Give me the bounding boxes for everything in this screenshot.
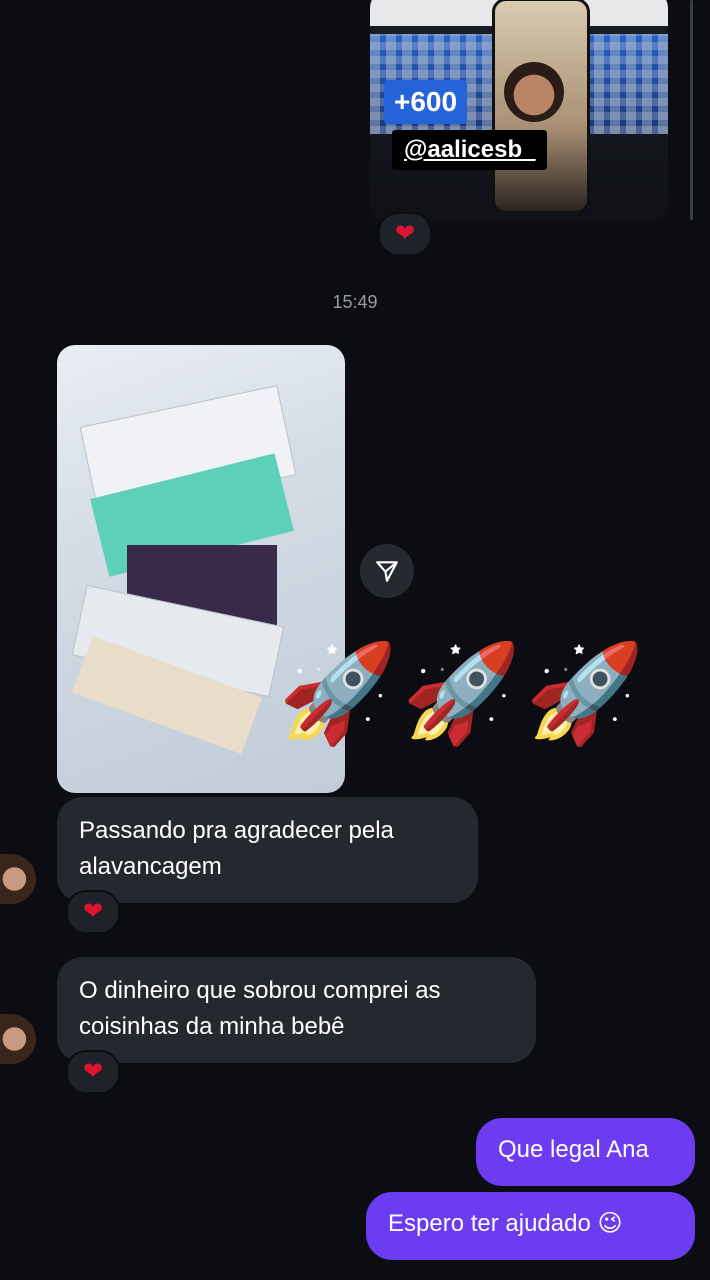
- send-icon: [376, 561, 398, 582]
- incoming-message[interactable]: Passando pra agradecer pela alavancagem: [57, 797, 478, 903]
- heart-icon: ❤: [394, 220, 416, 247]
- avatar[interactable]: [0, 854, 36, 904]
- rocket-emojis: 🚀🚀🚀: [278, 640, 649, 747]
- outgoing-message[interactable]: Espero ter ajudado 😉: [366, 1192, 695, 1260]
- message-text: Passando pra agradecer pela alavancagem: [79, 817, 394, 880]
- incoming-message[interactable]: O dinheiro que sobrou comprei as coisinh…: [57, 957, 536, 1063]
- story-username: @aalicesb_: [392, 130, 548, 170]
- share-button[interactable]: [360, 544, 414, 598]
- message-timestamp: 15:49: [332, 292, 378, 312]
- outgoing-message[interactable]: Que legal Ana: [476, 1118, 695, 1186]
- story-reaction[interactable]: ❤: [378, 212, 432, 256]
- avatar[interactable]: [0, 1014, 36, 1064]
- story-badge: +600: [384, 80, 468, 124]
- message-text: O dinheiro que sobrou comprei as coisinh…: [79, 977, 441, 1040]
- shared-story-preview[interactable]: +600 @aalicesb_: [370, 0, 668, 222]
- message-reaction[interactable]: ❤: [66, 1050, 120, 1094]
- scrollbar[interactable]: [690, 0, 693, 220]
- message-reaction[interactable]: ❤: [66, 890, 120, 934]
- story-face-image: [504, 62, 564, 122]
- message-text: Espero ter ajudado 😉: [388, 1210, 623, 1237]
- heart-icon: ❤: [82, 1058, 104, 1085]
- heart-icon: ❤: [82, 898, 104, 925]
- message-text: Que legal Ana: [498, 1136, 649, 1163]
